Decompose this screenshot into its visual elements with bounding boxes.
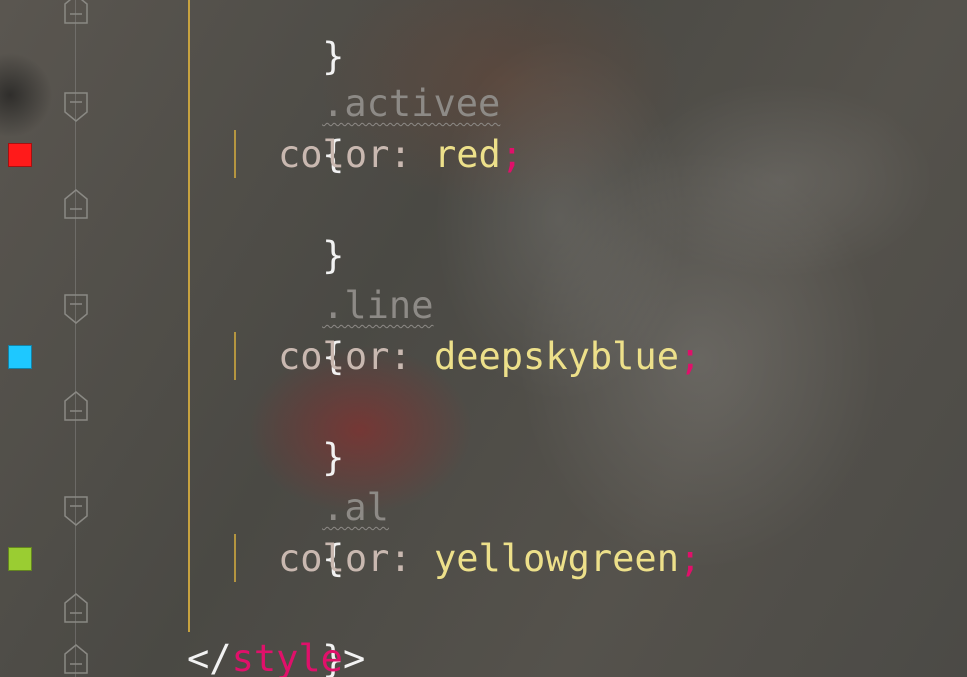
tag-close-bracket: > xyxy=(342,637,366,677)
code-line: color: deepskyblue; xyxy=(278,332,701,382)
code-line: } xyxy=(233,585,344,677)
code-line: .line xyxy=(233,231,433,327)
tag-open-bracket: </ xyxy=(187,637,232,677)
fold-start-icon[interactable] xyxy=(64,92,88,122)
css-property: color xyxy=(278,133,390,176)
css-property: color xyxy=(278,335,390,378)
color-swatch-deepskyblue[interactable] xyxy=(8,345,32,369)
style-block-indent-guide xyxy=(188,0,190,632)
css-selector: .activee xyxy=(322,82,501,125)
color-swatch-red[interactable] xyxy=(8,143,32,167)
css-value: deepskyblue xyxy=(433,335,679,378)
code-line: { xyxy=(233,484,344,580)
editor-gutter xyxy=(0,0,120,677)
code-line: } xyxy=(233,181,344,277)
css-colon: : xyxy=(389,537,434,580)
fold-start-icon[interactable] xyxy=(64,294,88,324)
fold-end-icon[interactable] xyxy=(64,189,88,219)
code-line: color: red; xyxy=(278,130,523,180)
color-swatch-yellowgreen[interactable] xyxy=(8,547,32,571)
css-value: red xyxy=(433,133,501,176)
fold-end-icon[interactable] xyxy=(64,391,88,421)
css-semicolon: ; xyxy=(679,335,702,378)
fold-end-icon[interactable] xyxy=(64,593,88,623)
code-line: } xyxy=(233,383,344,479)
code-line: { xyxy=(233,80,344,176)
code-line: { xyxy=(233,282,344,378)
css-property: color xyxy=(278,537,390,580)
css-colon: : xyxy=(389,133,434,176)
css-colon: : xyxy=(389,335,434,378)
tag-name: style xyxy=(231,637,343,677)
code-line: </style> xyxy=(187,634,365,677)
code-line: .activee xyxy=(233,29,500,125)
fold-end-icon[interactable] xyxy=(64,0,88,24)
css-semicolon: ; xyxy=(500,133,524,176)
fold-start-icon[interactable] xyxy=(64,496,88,526)
code-line: .al xyxy=(233,433,389,529)
css-value: yellowgreen xyxy=(433,537,679,580)
code-line: color: yellowgreen; xyxy=(278,534,701,584)
code-line: } xyxy=(233,0,344,78)
fold-end-icon[interactable] xyxy=(64,644,88,674)
css-semicolon: ; xyxy=(679,537,702,580)
